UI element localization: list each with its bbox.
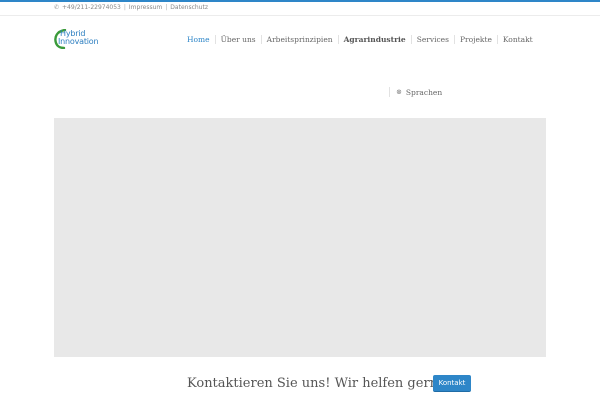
nav-item-agrarindustrie[interactable]: Agrarindustrie [339,35,411,44]
language-switcher[interactable]: ⊗ Sprachen [389,87,442,97]
globe-icon: ⊗ [396,88,402,96]
logo-text-innovation: Innovation [58,37,99,46]
separator: | [123,4,126,11]
main-navigation: Home Über uns Arbeitsprinzipien Agrarind… [182,35,538,44]
datenschutz-link[interactable]: Datenschutz [170,4,208,11]
nav-item-kontakt[interactable]: Kontakt [498,35,538,44]
impressum-link[interactable]: Impressum [129,4,162,11]
cta-headline: Kontaktieren Sie uns! Wir helfen gerne [187,376,446,391]
language-label: Sprachen [405,87,443,97]
phone-number[interactable]: +49/211-22974053 [62,4,121,11]
nav-item-home[interactable]: Home [182,35,215,44]
contact-button[interactable]: Kontakt [433,375,471,392]
nav-item-ueber-uns[interactable]: Über uns [216,35,261,44]
hero-image-placeholder [54,118,546,357]
top-bar: ✆ +49/211-22974053 | Impressum | Datensc… [0,2,600,16]
separator: | [165,4,168,11]
nav-item-arbeitsprinzipien[interactable]: Arbeitsprinzipien [262,35,338,44]
phone-icon: ✆ [54,4,60,11]
nav-item-services[interactable]: Services [412,35,454,44]
language-divider [389,87,390,97]
nav-item-projekte[interactable]: Projekte [455,35,497,44]
site-logo[interactable]: Hybrid Innovation [54,28,114,52]
